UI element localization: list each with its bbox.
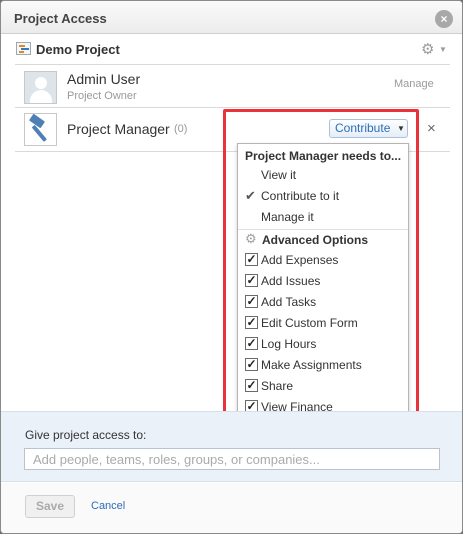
member-access-level: Manage bbox=[394, 78, 434, 90]
project-row: Demo Project ⚙ ▼ bbox=[15, 41, 450, 61]
member-row-admin: Admin User Project Owner Manage bbox=[15, 71, 450, 111]
member-count: (0) bbox=[174, 123, 188, 135]
member-name: Admin User bbox=[67, 71, 141, 87]
project-icon bbox=[16, 42, 31, 55]
save-button[interactable]: Save bbox=[25, 495, 75, 518]
chevron-down-icon[interactable]: ▼ bbox=[439, 45, 447, 54]
give-access-input[interactable] bbox=[24, 448, 440, 470]
dialog-titlebar: Project Access × bbox=[1, 1, 462, 34]
hammer-icon bbox=[24, 113, 57, 146]
member-name: Project Manager bbox=[67, 121, 170, 137]
divider bbox=[15, 64, 450, 65]
give-access-panel: Give project access to: bbox=[1, 411, 462, 482]
divider bbox=[15, 107, 450, 108]
close-icon[interactable]: × bbox=[435, 10, 453, 28]
highlight-box bbox=[223, 109, 419, 433]
project-access-dialog: Project Access × Demo Project ⚙ ▼ Admin … bbox=[0, 0, 463, 534]
give-access-label: Give project access to: bbox=[25, 428, 147, 442]
cancel-link[interactable]: Cancel bbox=[91, 500, 125, 512]
dialog-title: Project Access bbox=[14, 11, 107, 26]
member-role: Project Owner bbox=[67, 90, 137, 102]
avatar-placeholder-icon bbox=[24, 71, 57, 104]
dialog-footer: Save Cancel bbox=[1, 483, 462, 533]
remove-member-icon[interactable]: × bbox=[427, 120, 436, 137]
gear-icon[interactable]: ⚙ bbox=[421, 40, 434, 58]
project-name: Demo Project bbox=[36, 42, 120, 57]
